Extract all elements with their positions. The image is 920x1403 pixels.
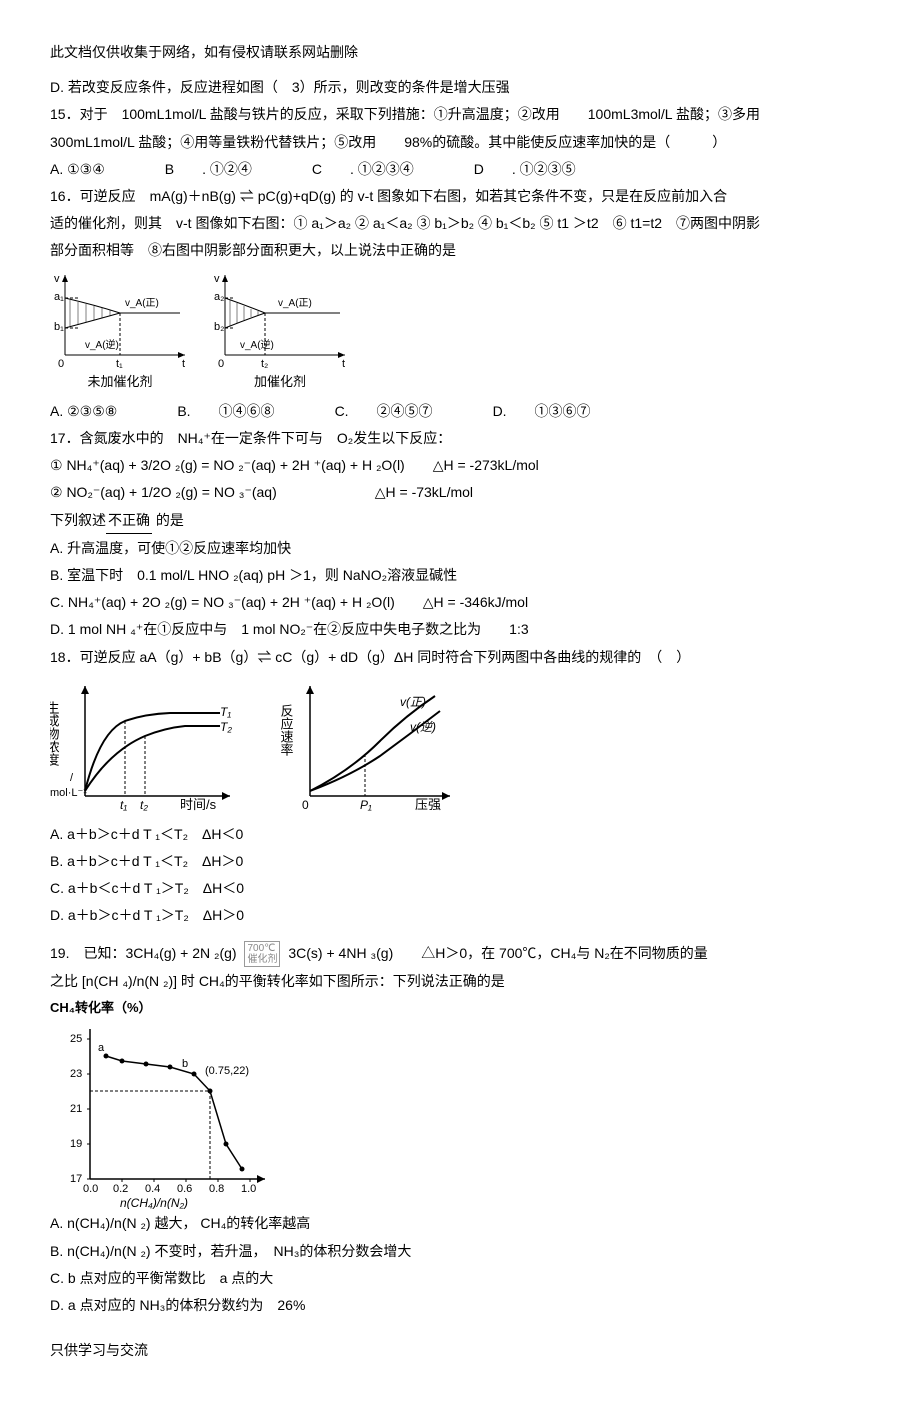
q16-fig1-caption: 未加催化剂	[50, 370, 190, 393]
svg-text:0.2: 0.2	[113, 1183, 128, 1195]
q17-c: C. NH₄⁺(aq) + 2O ₂(g) = NO ₃⁻(aq) + 2H ⁺…	[50, 590, 870, 615]
footer-note: 只供学习与交流	[50, 1338, 870, 1363]
q15-stem-2: 300mL1mol/L 盐酸；④用等量铁粉代替铁片；⑤改用 98%的硫酸。其中能…	[50, 130, 870, 155]
q19-stem-1: 19. 已知：3CH₄(g) + 2N ₂(g) 700℃催化剂 3C(s) +…	[50, 941, 870, 967]
reaction-condition-icon: 700℃催化剂	[244, 941, 280, 967]
q16-a: A. ②③⑤⑧	[50, 399, 117, 424]
svg-text:25: 25	[70, 1033, 82, 1045]
svg-text:b₂: b₂	[214, 321, 224, 333]
q15-d: D . ①②③⑤	[474, 157, 576, 182]
svg-text:反应速率: 反应速率	[280, 704, 294, 756]
svg-text:a₁: a₁	[54, 291, 64, 303]
q19-c: C. b 点对应的平衡常数比 a 点的大	[50, 1266, 870, 1291]
q17-b: B. 室温下时 0.1 mol/L HNO ₂(aq) pH ＞1，则 NaNO…	[50, 563, 870, 588]
svg-text:0: 0	[302, 798, 309, 812]
svg-text:0: 0	[218, 358, 224, 370]
q16-stem-1: 16．可逆反应 mA(g)＋nB(g) ⇌ pC(g)+qD(g) 的 v-t …	[50, 184, 870, 209]
svg-text:19: 19	[70, 1138, 82, 1150]
q19-stem-1a: 19. 已知：3CH₄(g) + 2N ₂(g)	[50, 945, 237, 961]
svg-text:压强: 压强	[415, 797, 441, 812]
q14-option-d: D. 若改变反应条件，反应进程如图（ 3）所示，则改变的条件是增大压强	[50, 75, 870, 100]
svg-text:0.0: 0.0	[83, 1183, 98, 1195]
svg-text:0: 0	[58, 358, 64, 370]
svg-text:t₁: t₁	[120, 798, 127, 812]
svg-text:23: 23	[70, 1068, 82, 1080]
q18-fig-1: T₁ T₂ t₁ t₂ 时间/s 生成物浓度 mol·L⁻¹ /	[50, 676, 240, 816]
svg-text:mol·L⁻¹: mol·L⁻¹	[50, 787, 87, 799]
q15-options: A. ①③④ B . ①②④ C . ①②③④ D . ①②③⑤	[50, 157, 870, 182]
svg-text:v_A(逆): v_A(逆)	[85, 338, 119, 351]
svg-text:a: a	[98, 1042, 105, 1054]
svg-text:a₂: a₂	[214, 291, 224, 303]
svg-text:v_A(正): v_A(正)	[278, 298, 312, 309]
svg-text:b₁: b₁	[54, 321, 64, 333]
q18-b: B. a＋b＞c＋d T ₁＜T₂ ΔH＞0	[50, 849, 870, 874]
q19-figure: 17 19 21 23 25 0.0 0.2 0.4 0.6 0.8 1.0 a…	[50, 1019, 870, 1209]
q16-d: D. ①③⑥⑦	[493, 399, 591, 424]
svg-text:t₁: t₁	[116, 358, 123, 370]
q17-eq2: ② NO₂⁻(aq) + 1/2O ₂(g) = NO ₃⁻(aq) △H = …	[50, 480, 870, 505]
q16-options: A. ②③⑤⑧ B. ①④⑥⑧ C. ②④⑤⑦ D. ①③⑥⑦	[50, 399, 870, 424]
svg-text:0.6: 0.6	[177, 1183, 192, 1195]
q16-figures: t v a₁ b₁ t₁ v_A(正) v_A(逆) 0 未加催化剂 t v a₂ b₂	[50, 270, 870, 393]
svg-text:P₁: P₁	[360, 798, 372, 812]
q18-fig-2: v(正) v(逆) P₁ 压强 反应速率 0	[280, 676, 460, 816]
q17-d: D. 1 mol NH ₄⁺在①反应中与 1 mol NO₂⁻在②反应中失电子数…	[50, 617, 870, 642]
q18-figures: T₁ T₂ t₁ t₂ 时间/s 生成物浓度 mol·L⁻¹ / v(正) v(…	[50, 676, 870, 816]
svg-text:n(CH₄)/n(N₂): n(CH₄)/n(N₂)	[120, 1196, 188, 1209]
svg-text:t: t	[182, 358, 185, 370]
q16-b: B. ①④⑥⑧	[177, 399, 274, 424]
svg-text:T₁: T₁	[220, 705, 231, 719]
svg-text:时间/s: 时间/s	[180, 797, 217, 812]
svg-text:v(正): v(正)	[400, 695, 426, 709]
q17-eq1: ① NH₄⁺(aq) + 3/2O ₂(g) = NO ₂⁻(aq) + 2H …	[50, 453, 870, 478]
svg-text:0.4: 0.4	[145, 1183, 160, 1195]
svg-text:t₂: t₂	[261, 358, 268, 370]
q18-a: A. a＋b＞c＋d T ₁＜T₂ ΔH＜0	[50, 822, 870, 847]
svg-text:21: 21	[70, 1103, 82, 1115]
q17-stem-2: 下列叙述不正确 的是	[50, 508, 870, 534]
svg-text:v: v	[214, 273, 220, 285]
q19-d: D. a 点对应的 NH₃的体积分数约为 26%	[50, 1293, 870, 1318]
svg-text:t₂: t₂	[140, 798, 148, 812]
svg-text:(0.75,22): (0.75,22)	[205, 1065, 249, 1077]
q16-stem-2: 适的催化剂，则其 v-t 图像如下右图：① a₁＞a₂ ② a₁＜a₂ ③ b₁…	[50, 211, 870, 236]
q18-c: C. a＋b＜c＋d T ₁＞T₂ ΔH＜0	[50, 876, 870, 901]
svg-text:b: b	[182, 1058, 188, 1070]
q19-a: A. n(CH₄)/n(N ₂) 越大， CH₄的转化率越高	[50, 1211, 870, 1236]
svg-text:v(逆): v(逆)	[410, 720, 436, 734]
q19-stem-2: 之比 [n(CH ₄)/n(N ₂)] 时 CH₄的平衡转化率如下图所示：下列说…	[50, 969, 870, 994]
svg-text:T₂: T₂	[220, 720, 232, 734]
q17-a: A. 升高温度，可使①②反应速率均加快	[50, 536, 870, 561]
svg-text:生成物浓度: 生成物浓度	[50, 701, 60, 766]
q19-chart-title: CH₄转化率（%）	[50, 996, 870, 1019]
q16-fig2-caption: 加催化剂	[210, 370, 350, 393]
svg-text:v: v	[54, 273, 60, 285]
svg-text:1.0: 1.0	[241, 1183, 256, 1195]
svg-text:17: 17	[70, 1173, 82, 1185]
svg-text:t: t	[342, 358, 345, 370]
q16-stem-3: 部分面积相等 ⑧右图中阴影部分面积更大，以上说法中正确的是	[50, 238, 870, 263]
q16-fig-2: t v a₂ b₂ t₂ v_A(正) v_A(逆) 0 加催化剂	[210, 270, 350, 393]
q17-stem-1: 17．含氮废水中的 NH₄⁺在一定条件下可与 O₂发生以下反应：	[50, 426, 870, 451]
svg-text:0.8: 0.8	[209, 1183, 224, 1195]
svg-text:v_A(逆): v_A(逆)	[240, 338, 274, 351]
q15-a: A. ①③④	[50, 157, 105, 182]
q19-stem-1b: 3C(s) + 4NH ₃(g) △H＞0，在 700℃，CH₄与 N₂在不同物…	[288, 945, 707, 961]
q15-stem-1: 15．对于 100mL1mol/L 盐酸与铁片的反应，采取下列措施：①升高温度；…	[50, 102, 870, 127]
q18-d: D. a＋b＞c＋d T ₁＞T₂ ΔH＞0	[50, 903, 870, 928]
q19-b: B. n(CH₄)/n(N ₂) 不变时，若升温， NH₃的体积分数会增大	[50, 1239, 870, 1264]
svg-text:v_A(正): v_A(正)	[125, 298, 159, 309]
q16-fig-1: t v a₁ b₁ t₁ v_A(正) v_A(逆) 0 未加催化剂	[50, 270, 190, 393]
q15-b: B . ①②④	[165, 157, 252, 182]
q15-c: C . ①②③④	[312, 157, 414, 182]
q18-stem: 18．可逆反应 aA（g）+ bB（g）⇌ cC（g）+ dD（g）ΔH 同时符…	[50, 645, 870, 670]
svg-text:/: /	[70, 772, 74, 784]
q16-c: C. ②④⑤⑦	[335, 399, 433, 424]
header-note: 此文档仅供收集于网络，如有侵权请联系网站删除	[50, 40, 870, 65]
